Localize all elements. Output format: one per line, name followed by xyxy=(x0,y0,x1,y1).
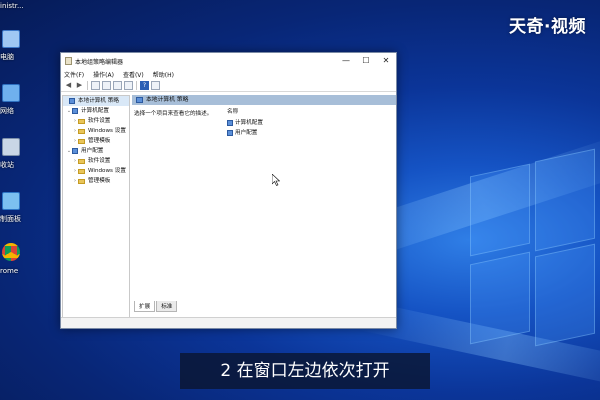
details-header-label: 本地计算机 策略 xyxy=(146,97,189,103)
tree-node-label: 管理模板 xyxy=(88,178,111,184)
folder-icon xyxy=(78,178,85,184)
desktop-icon-control-panel[interactable]: 制面板 xyxy=(0,192,22,223)
desktop-icon-this-pc[interactable]: 电脑 xyxy=(0,30,22,61)
folder-icon xyxy=(78,118,85,124)
desktop-icon-label: rome xyxy=(0,267,19,275)
menu-help[interactable]: 帮助(H) xyxy=(153,70,174,79)
window-title: 本地组策略编辑器 xyxy=(75,58,124,66)
network-icon xyxy=(2,84,20,102)
tree-node-user-config[interactable]: ⌄ 用户配置 xyxy=(63,146,129,156)
recycle-bin-icon xyxy=(2,138,20,156)
navigation-tree: 本地计算机 策略 ⌄ 计算机配置 › 软件设置 › Windows 设置 › 管… xyxy=(62,95,130,319)
list-item-label: 计算机配置 xyxy=(235,120,263,126)
tree-node-label: 管理模板 xyxy=(88,138,111,144)
tree-node-local-policy[interactable]: 本地计算机 策略 xyxy=(63,96,129,106)
show-tree-icon[interactable] xyxy=(91,81,100,90)
desktop-icon-chrome[interactable]: rome xyxy=(0,243,22,275)
column-header-name[interactable]: 名称 xyxy=(227,107,263,117)
tree-node-user-software-settings[interactable]: › 软件设置 xyxy=(63,156,129,166)
menu-action[interactable]: 操作(A) xyxy=(93,70,114,79)
view-tabs: 扩展 标准 xyxy=(134,301,178,312)
folder-icon xyxy=(78,138,85,144)
desktop-icon-label: 收站 xyxy=(0,161,14,169)
menu-view[interactable]: 查看(V) xyxy=(123,70,144,79)
close-button[interactable]: ✕ xyxy=(376,53,396,69)
tree-node-computer-config[interactable]: ⌄ 计算机配置 xyxy=(63,106,129,116)
desktop-icon-recycle-bin[interactable]: 收站 xyxy=(0,138,22,169)
toolbar-divider xyxy=(136,81,137,90)
computer-policy-icon xyxy=(69,98,75,104)
description-text: 选择一个项目来查看它的描述。 xyxy=(134,111,213,117)
computer-config-icon xyxy=(227,120,233,126)
menu-file[interactable]: 文件(F) xyxy=(64,70,84,79)
forward-arrow-icon[interactable]: ▶ xyxy=(75,81,84,90)
details-pane: 本地计算机 策略 选择一个项目来查看它的描述。 名称 计算机配置 用户配置 扩展… xyxy=(132,95,396,319)
editor-content: 本地计算机 策略 ⌄ 计算机配置 › 软件设置 › Windows 设置 › 管… xyxy=(61,93,396,319)
desktop-icon-network[interactable]: 网络 xyxy=(0,84,22,115)
toolbar-divider xyxy=(87,81,88,90)
chrome-icon xyxy=(2,243,20,261)
desktop-icon-label: 电脑 xyxy=(0,53,14,61)
export-list-icon[interactable] xyxy=(113,81,122,90)
tree-node-windows-settings[interactable]: › Windows 设置 xyxy=(63,126,129,136)
user-config-icon xyxy=(227,130,233,136)
list-item[interactable]: 计算机配置 xyxy=(227,118,263,128)
subtitle-caption: 2 在窗口左边依次打开 xyxy=(180,353,430,389)
desktop-icon-label: 制面板 xyxy=(0,215,21,223)
tree-node-label: Windows 设置 xyxy=(88,168,126,174)
tree-node-user-admin-templates[interactable]: › 管理模板 xyxy=(63,176,129,186)
toolbar: ◀ ▶ ? xyxy=(61,80,396,92)
computer-policy-icon xyxy=(136,97,143,103)
wallpaper-window-pane xyxy=(535,148,595,252)
group-policy-editor-window[interactable]: 本地组策略编辑器 — ☐ ✕ 文件(F) 操作(A) 查看(V) 帮助(H) ◀… xyxy=(60,52,397,329)
list-item[interactable]: 用户配置 xyxy=(227,128,263,138)
app-icon xyxy=(65,57,72,65)
tree-node-label: 本地计算机 策略 xyxy=(78,98,119,104)
view-icon[interactable] xyxy=(151,81,160,90)
tree-node-label: 软件设置 xyxy=(88,158,111,164)
tree-node-user-windows-settings[interactable]: › Windows 设置 xyxy=(63,166,129,176)
tab-extended[interactable]: 扩展 xyxy=(134,301,156,312)
computer-icon xyxy=(2,30,20,48)
wallpaper-window-pane xyxy=(470,163,530,257)
desktop-icon-label: 网络 xyxy=(0,107,14,115)
title-bar[interactable]: 本地组策略编辑器 — ☐ ✕ xyxy=(61,53,396,69)
properties-icon[interactable] xyxy=(102,81,111,90)
details-list: 名称 计算机配置 用户配置 xyxy=(227,107,263,138)
list-item-label: 用户配置 xyxy=(235,130,258,136)
tree-node-label: 计算机配置 xyxy=(81,108,109,114)
maximize-button[interactable]: ☐ xyxy=(356,53,376,69)
user-config-icon xyxy=(72,148,78,154)
details-header: 本地计算机 策略 xyxy=(132,95,396,105)
control-panel-icon xyxy=(2,192,20,210)
folder-icon xyxy=(78,128,85,134)
desktop-icon-label: inistr... xyxy=(0,2,24,10)
refresh-icon[interactable] xyxy=(124,81,133,90)
folder-icon xyxy=(78,168,85,174)
wallpaper-window-pane xyxy=(470,251,530,345)
tree-node-label: Windows 设置 xyxy=(88,128,126,134)
minimize-button[interactable]: — xyxy=(336,53,356,69)
folder-icon xyxy=(78,158,85,164)
back-arrow-icon[interactable]: ◀ xyxy=(64,81,73,90)
tree-node-label: 软件设置 xyxy=(88,118,111,124)
watermark-logo: 天奇·视频 xyxy=(509,17,586,37)
help-icon[interactable]: ? xyxy=(140,81,149,90)
status-bar xyxy=(61,317,396,328)
computer-config-icon xyxy=(72,108,78,114)
tree-node-software-settings[interactable]: › 软件设置 xyxy=(63,116,129,126)
tab-standard[interactable]: 标准 xyxy=(156,301,178,312)
tree-node-label: 用户配置 xyxy=(81,148,104,154)
tree-node-admin-templates[interactable]: › 管理模板 xyxy=(63,136,129,146)
wallpaper-window-pane xyxy=(535,243,595,347)
menu-bar: 文件(F) 操作(A) 查看(V) 帮助(H) xyxy=(61,69,396,80)
